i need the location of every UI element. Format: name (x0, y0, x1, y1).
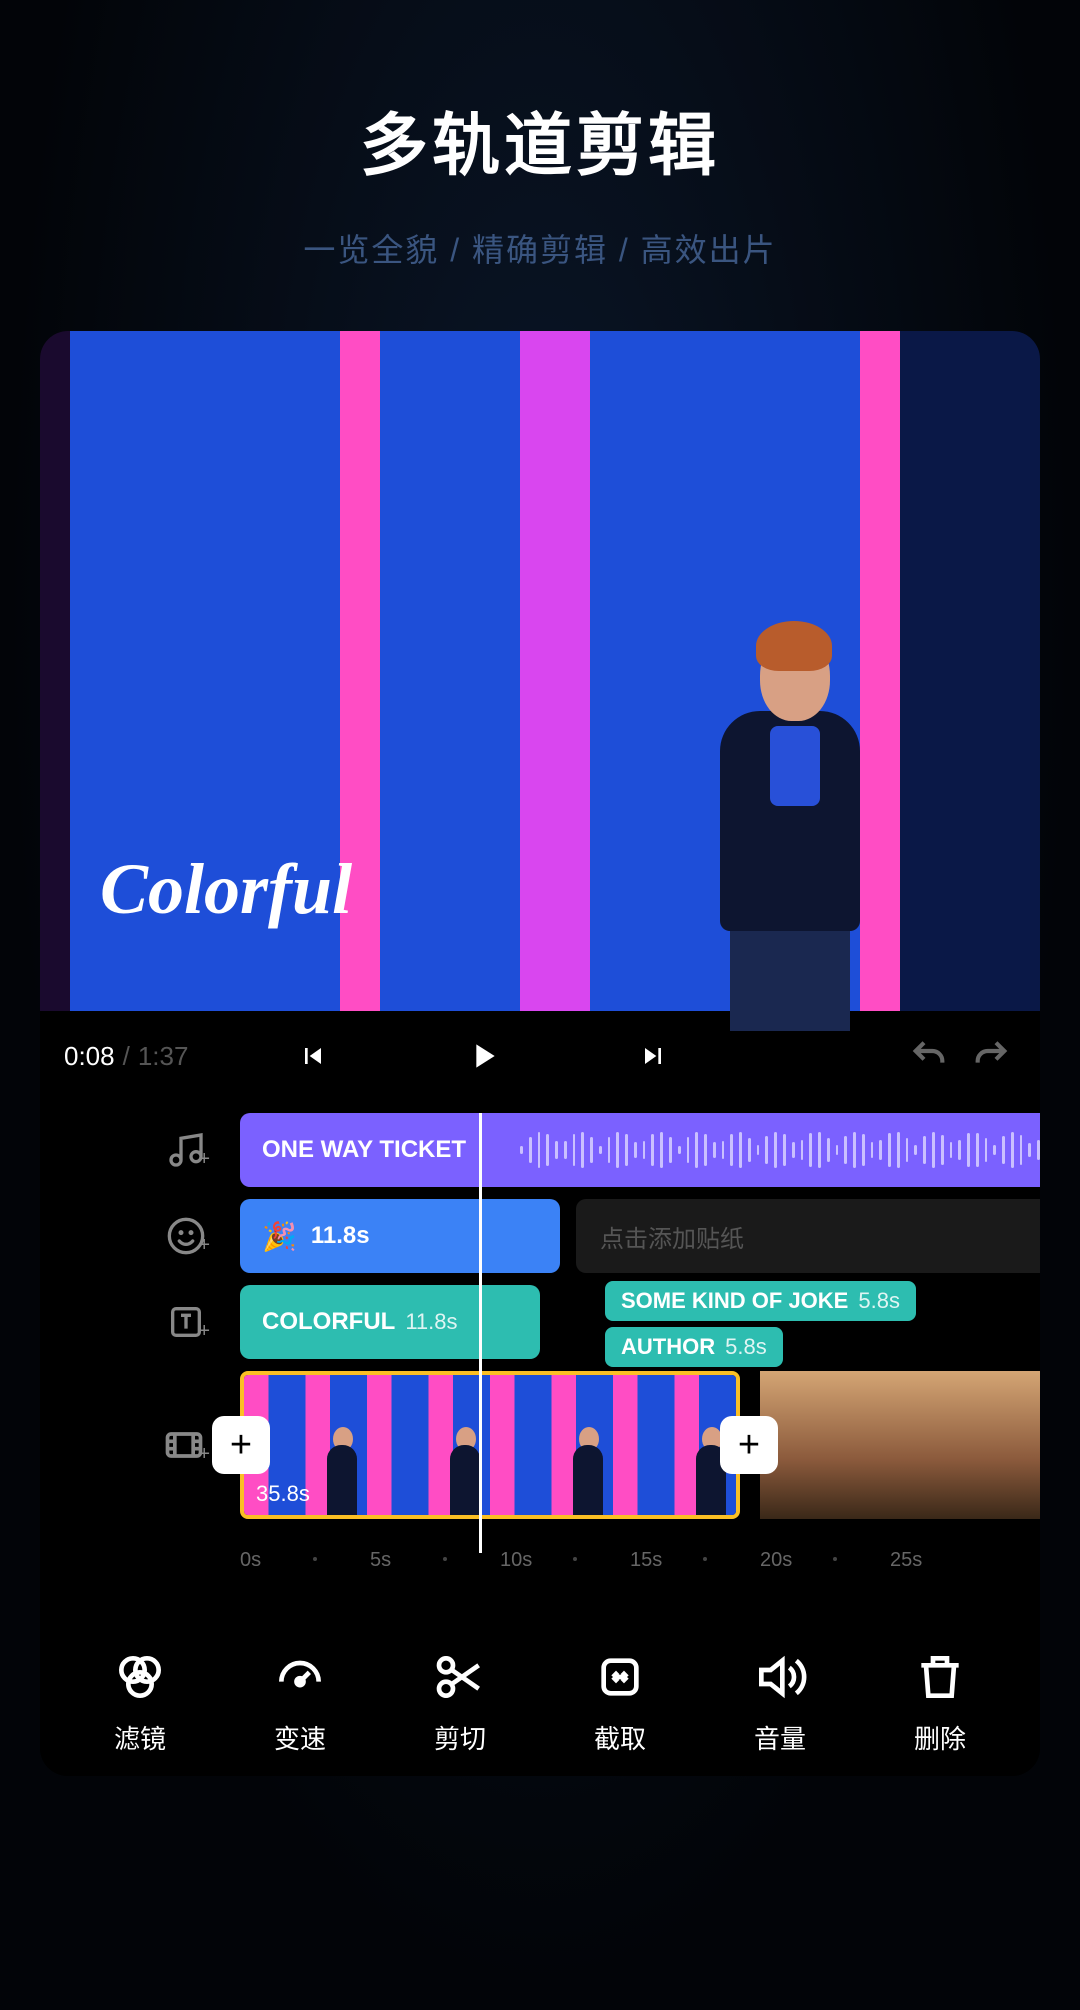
ruler-tick: 0s (240, 1549, 261, 1572)
text-clip-label: COLORFUL (262, 1308, 395, 1336)
trash-icon (912, 1649, 968, 1705)
plus-icon: + (198, 1320, 210, 1343)
crop-button[interactable]: 截取 (555, 1649, 685, 1756)
filter-icon (112, 1649, 168, 1705)
tool-label: 音量 (754, 1719, 806, 1756)
text-tag-label: SOME KIND OF JOKE (621, 1288, 848, 1314)
prev-button[interactable] (288, 1031, 338, 1081)
text-tag-label: AUTHOR (621, 1334, 715, 1360)
bottom-toolbar: 滤镜 变速 剪切 截取 音量 删除 (40, 1613, 1040, 1776)
timeline[interactable]: + ONE WAY TICKET + 🎉 11.8s 点击添加贴纸 (40, 1113, 1040, 1613)
redo-button[interactable] (966, 1031, 1016, 1081)
undo-icon (909, 1036, 949, 1076)
video-clip-2[interactable] (760, 1371, 1040, 1519)
video-preview[interactable]: Colorful (40, 331, 1040, 1011)
sticker-duration: 11.8s (311, 1222, 370, 1250)
sticker-placeholder[interactable]: 点击添加贴纸 (576, 1199, 1040, 1273)
skip-next-icon (637, 1040, 669, 1072)
scissors-icon (432, 1649, 488, 1705)
text-tag-duration: 5.8s (858, 1288, 900, 1314)
editor-card: Colorful 0:08 / 1:37 + (40, 331, 1040, 1776)
redo-icon (971, 1036, 1011, 1076)
video-clip-duration: 35.8s (256, 1481, 310, 1507)
next-button[interactable] (628, 1031, 678, 1081)
tool-label: 删除 (914, 1719, 966, 1756)
add-video-button[interactable]: + (40, 1423, 240, 1467)
delete-button[interactable]: 删除 (875, 1649, 1005, 1756)
skip-prev-icon (297, 1040, 329, 1072)
tool-label: 剪切 (434, 1719, 486, 1756)
sticker-clip[interactable]: 🎉 11.8s (240, 1199, 560, 1273)
crop-icon (592, 1649, 648, 1705)
sticker-emoji: 🎉 (262, 1220, 297, 1253)
music-clip[interactable]: ONE WAY TICKET (240, 1113, 1040, 1187)
tool-label: 变速 (274, 1719, 326, 1756)
playhead[interactable] (479, 1113, 482, 1553)
playback-controls: 0:08 / 1:37 (40, 1011, 1040, 1101)
ruler-tick: 25s (890, 1549, 922, 1572)
tool-label: 截取 (594, 1719, 646, 1756)
video-clip-selected[interactable]: 35.8s (240, 1371, 740, 1519)
add-music-button[interactable]: + (40, 1130, 240, 1171)
text-track-row: + COLORFUL 11.8s SOME KIND OF JOKE 5.8s … (40, 1285, 1040, 1359)
text-tag-duration: 5.8s (725, 1334, 767, 1360)
ruler-tick: 10s (500, 1549, 532, 1572)
text-clip-main[interactable]: COLORFUL 11.8s (240, 1285, 540, 1359)
time-ruler[interactable]: 0s 5s 10s 15s 20s 25s (240, 1549, 1040, 1589)
add-sticker-button[interactable]: + (40, 1216, 240, 1257)
text-clip-tag2[interactable]: AUTHOR 5.8s (605, 1327, 783, 1367)
plus-icon: + (738, 1424, 760, 1467)
preview-overlay-text: Colorful (100, 848, 352, 931)
waveform-icon (520, 1130, 1040, 1170)
text-clip-duration: 11.8s (405, 1309, 457, 1335)
play-icon (463, 1036, 503, 1076)
add-clip-left-button[interactable]: + (212, 1416, 270, 1474)
time-current: 0:08 (64, 1041, 115, 1072)
ruler-tick: 15s (630, 1549, 662, 1572)
video-track-row: + 35.8s + + (40, 1371, 1040, 1519)
time-total: 1:37 (138, 1041, 189, 1072)
volume-button[interactable]: 音量 (715, 1649, 845, 1756)
plus-icon: + (198, 1148, 210, 1171)
time-ruler-row: 0s 5s 10s 15s 20s 25s (40, 1531, 1040, 1591)
music-clip-title: ONE WAY TICKET (262, 1136, 466, 1164)
music-track-row: + ONE WAY TICKET (40, 1113, 1040, 1187)
speed-button[interactable]: 变速 (235, 1649, 365, 1756)
add-clip-right-button[interactable]: + (720, 1416, 778, 1474)
sticker-track-row: + 🎉 11.8s 点击添加贴纸 (40, 1199, 1040, 1273)
text-clip-tag1[interactable]: SOME KIND OF JOKE 5.8s (605, 1281, 916, 1321)
tool-label: 滤镜 (114, 1719, 166, 1756)
ruler-tick: 5s (370, 1549, 391, 1572)
page-subtitle: 一览全貌 / 精确剪辑 / 高效出片 (0, 225, 1080, 271)
ruler-tick: 20s (760, 1549, 792, 1572)
plus-icon: + (198, 1443, 210, 1466)
preview-figure (700, 611, 880, 1011)
page-title: 多轨道剪辑 (0, 90, 1080, 189)
add-text-button[interactable]: + (40, 1302, 240, 1343)
play-button[interactable] (458, 1031, 508, 1081)
volume-icon (752, 1649, 808, 1705)
cut-button[interactable]: 剪切 (395, 1649, 525, 1756)
time-separator: / (123, 1041, 130, 1072)
plus-icon: + (198, 1234, 210, 1257)
undo-button[interactable] (904, 1031, 954, 1081)
speed-icon (272, 1649, 328, 1705)
filter-button[interactable]: 滤镜 (75, 1649, 205, 1756)
plus-icon: + (230, 1424, 252, 1467)
